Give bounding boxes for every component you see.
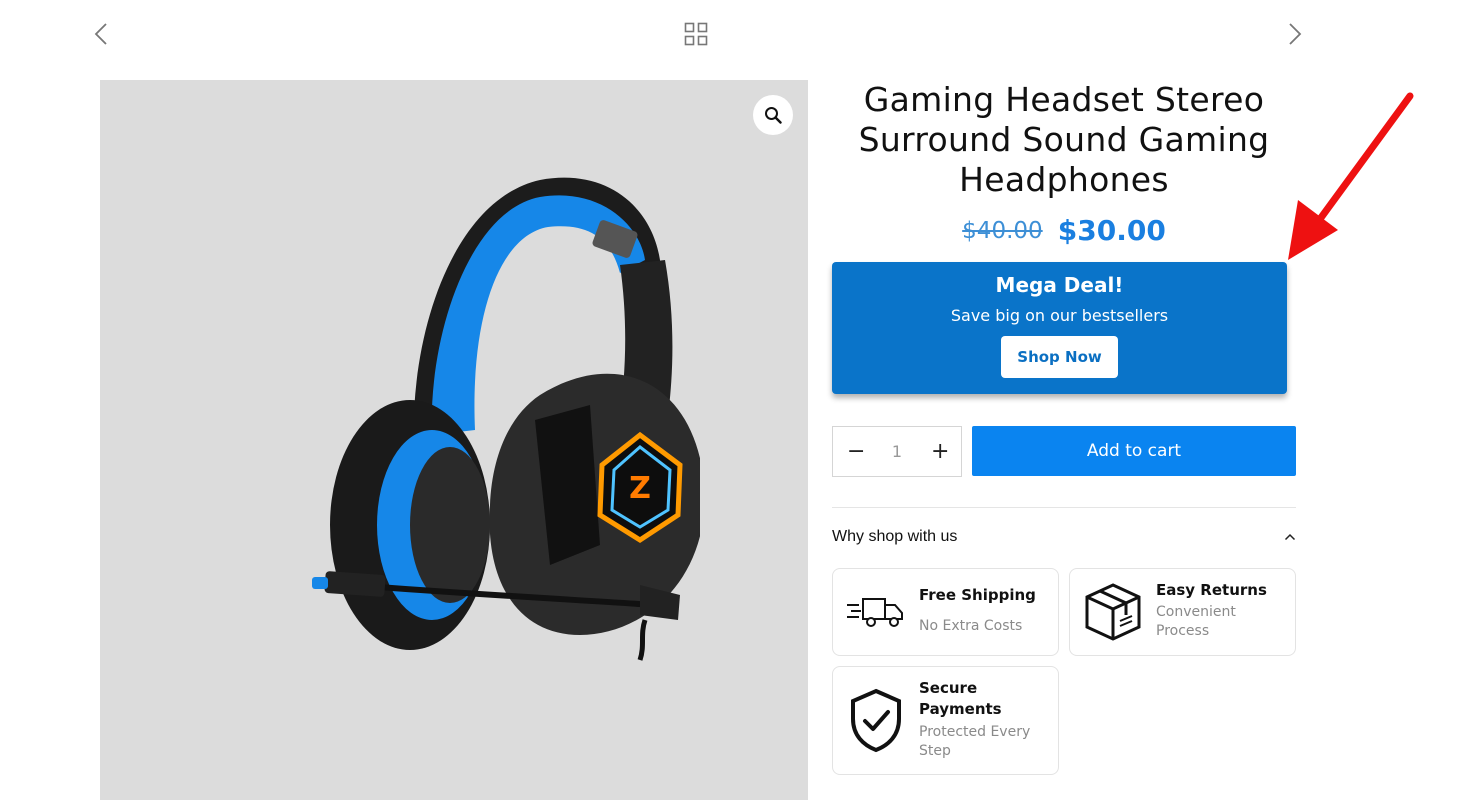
feature-subtitle: Protected Every Step <box>919 724 1031 759</box>
product-gallery[interactable]: Z <box>100 80 808 800</box>
box-icon <box>1085 583 1141 641</box>
product-title: Gaming Headset Stereo Surround Sound Gam… <box>858 80 1270 199</box>
sale-price: $30.00 <box>1057 214 1166 247</box>
price-row: $40.00 $30.00 <box>832 214 1296 247</box>
divider <box>832 507 1296 508</box>
feature-card-shipping: Free Shipping No Extra Costs <box>832 568 1059 656</box>
product-page: Z Gaming Headset Stereo Surround Sound G… <box>0 0 1478 800</box>
feature-card-returns: Easy Returns Convenient Process <box>1069 568 1296 656</box>
feature-title: Free Shipping <box>919 586 1036 604</box>
increase-quantity-button[interactable]: + <box>931 439 949 464</box>
deal-title: Mega Deal! <box>995 273 1124 297</box>
mega-deal-banner: Mega Deal! Save big on our bestsellers S… <box>832 262 1287 394</box>
product-info: Gaming Headset Stereo Surround Sound Gam… <box>832 80 1296 775</box>
next-product-button[interactable] <box>1281 20 1309 48</box>
shop-now-button[interactable]: Shop Now <box>1001 336 1118 378</box>
why-shop-toggle[interactable]: Why shop with us <box>832 526 1296 548</box>
all-products-button[interactable] <box>682 20 710 48</box>
why-shop-label: Why shop with us <box>832 528 958 545</box>
old-price: $40.00 <box>962 217 1043 244</box>
feature-card-payments: Secure Payments Protected Every Step <box>832 666 1059 775</box>
grid-icon <box>684 22 708 46</box>
chevron-left-icon <box>94 23 107 45</box>
quantity-stepper: − 1 + <box>832 426 962 477</box>
chevron-up-icon <box>1284 533 1296 541</box>
add-to-cart-button[interactable]: Add to cart <box>972 426 1296 476</box>
chevron-right-icon <box>1289 23 1302 45</box>
decrease-quantity-button[interactable]: − <box>847 439 865 464</box>
quantity-input[interactable]: 1 <box>892 442 902 461</box>
deal-subtitle: Save big on our bestsellers <box>950 306 1169 325</box>
feature-subtitle: No Extra Costs <box>919 618 1023 634</box>
prev-product-button[interactable] <box>87 20 115 48</box>
search-icon <box>765 107 782 124</box>
annotation-arrow-icon <box>1288 92 1414 260</box>
feature-title: Secure Payments <box>919 679 1002 718</box>
feature-title: Easy Returns <box>1156 581 1267 599</box>
gaming-headset-image: Z <box>312 177 700 661</box>
feature-subtitle: Convenient Process <box>1156 604 1236 639</box>
zoom-button[interactable] <box>753 95 793 135</box>
truck-icon <box>847 598 903 627</box>
svg-text:Z: Z <box>629 471 651 506</box>
shield-check-icon <box>851 688 901 753</box>
